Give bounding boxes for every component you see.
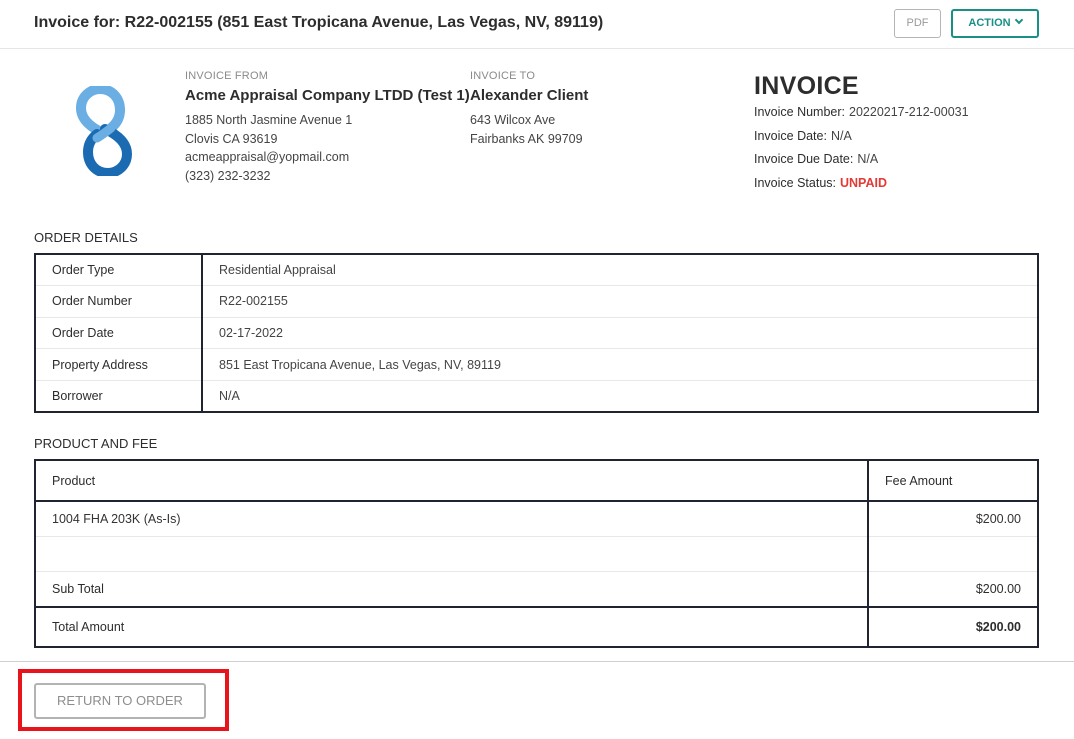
- borrower-value: N/A: [219, 388, 240, 403]
- total-amount-label: Total Amount: [52, 620, 125, 634]
- chevron-down-icon: [1014, 15, 1023, 25]
- invoice-from-block: INVOICE FROM Acme Appraisal Company LTDD…: [185, 70, 470, 185]
- invoice-number-value: 20220217-212-00031: [849, 105, 969, 119]
- invoice-to-name: Alexander Client: [470, 87, 589, 104]
- invoice-to-city-line: Fairbanks AK 99709: [470, 131, 583, 146]
- return-to-order-button[interactable]: RETURN TO ORDER: [34, 683, 206, 719]
- invoice-status-label: Invoice Status:: [754, 175, 836, 190]
- product-name: [35, 536, 868, 572]
- total-amount-value: $200.00: [867, 607, 1038, 647]
- invoice-date-label: Invoice Date:: [754, 128, 827, 143]
- table-header-row: Product Fee Amount: [35, 460, 1038, 502]
- invoice-from-address-line: 1885 North Jasmine Avenue 1: [185, 113, 353, 127]
- subtotal-row: Sub Total $200.00: [35, 571, 1038, 608]
- table-row: Order Number R22-002155: [35, 285, 1038, 318]
- invoice-status-row: Invoice Status: UNPAID: [754, 172, 969, 196]
- order-number-label: Order Number: [35, 285, 203, 318]
- action-dropdown-button[interactable]: ACTION: [951, 9, 1039, 38]
- invoice-to-block: INVOICE TO Alexander Client 643 Wilcox A…: [470, 70, 588, 148]
- product-fee: [867, 536, 1038, 572]
- invoice-title: INVOICE: [754, 72, 859, 100]
- order-date-label: Order Date: [35, 317, 203, 350]
- invoice-due-date-row: Invoice Due Date: N/A: [754, 148, 969, 172]
- total-row: Total Amount $200.00: [35, 607, 1038, 647]
- borrower-label: Borrower: [35, 380, 203, 412]
- pdf-button[interactable]: PDF: [894, 9, 941, 38]
- invoice-number-label: Invoice Number:: [754, 105, 846, 119]
- table-row: Order Type Residential Appraisal: [35, 254, 1038, 287]
- product-fee-heading: PRODUCT AND FEE: [34, 436, 158, 451]
- property-address-label: Property Address: [35, 348, 203, 381]
- table-row: Borrower N/A: [35, 380, 1038, 412]
- invoice-header: Invoice for: R22-002155 (851 East Tropic…: [0, 0, 1074, 49]
- invoice-date-value: N/A: [830, 128, 852, 143]
- footer-divider: [0, 661, 1074, 662]
- subtotal-value: $200.00: [867, 571, 1038, 608]
- chain-link-logo-icon: [75, 83, 133, 179]
- status-badge: UNPAID: [840, 175, 887, 190]
- order-details-table: Order Type Residential Appraisal Order Nu…: [34, 253, 1039, 413]
- table-row: 1004 FHA 203K (As-Is) $200.00: [35, 501, 1038, 537]
- fee-amount-column-header: Fee Amount: [867, 460, 1038, 502]
- table-row: [35, 536, 1038, 572]
- order-date-value: 02-17-2022: [202, 317, 1038, 350]
- invoice-from-label: INVOICE FROM: [185, 70, 269, 82]
- invoice-from-city-line: Clovis CA 93619: [185, 131, 278, 146]
- product-fee-table: Product Fee Amount 1004 FHA 203K (As-Is)…: [34, 459, 1039, 648]
- invoice-due-date-value: N/A: [857, 152, 879, 166]
- invoice-summary: INVOICE Invoice Number: 20220217-212-0003…: [754, 72, 969, 195]
- invoice-to-label: INVOICE TO: [470, 70, 536, 82]
- invoice-due-date-label: Invoice Due Date:: [754, 152, 854, 166]
- invoice-from-phone: (323) 232-3232: [185, 168, 271, 183]
- invoice-from-email: acmeappraisal@yopmail.com: [185, 150, 350, 164]
- order-type-value: Residential Appraisal: [202, 254, 1038, 287]
- invoice-number-row: Invoice Number: 20220217-212-00031: [754, 101, 969, 125]
- product-column-header: Product: [35, 460, 868, 502]
- action-label: ACTION: [968, 17, 1011, 29]
- invoice-date-row: Invoice Date: N/A: [754, 125, 969, 149]
- order-number-value: R22-002155: [202, 285, 1038, 318]
- subtotal-label: Sub Total: [35, 571, 868, 608]
- page-title: Invoice for: R22-002155 (851 East Tropic…: [34, 14, 604, 31]
- order-details-heading: ORDER DETAILS: [34, 230, 138, 245]
- product-name: 1004 FHA 203K (As-Is): [35, 501, 868, 537]
- table-row: Order Date 02-17-2022: [35, 317, 1038, 350]
- invoice-to-address-line: 643 Wilcox Ave: [470, 113, 556, 127]
- product-fee: $200.00: [867, 501, 1038, 537]
- invoice-from-name: Acme Appraisal Company LTDD (Test 1): [185, 87, 470, 104]
- property-address-value: 851 East Tropicana Avenue, Las Vegas, NV…: [202, 348, 1038, 381]
- order-type-label: Order Type: [35, 254, 203, 287]
- table-row: Property Address 851 East Tropicana Avenu…: [35, 348, 1038, 381]
